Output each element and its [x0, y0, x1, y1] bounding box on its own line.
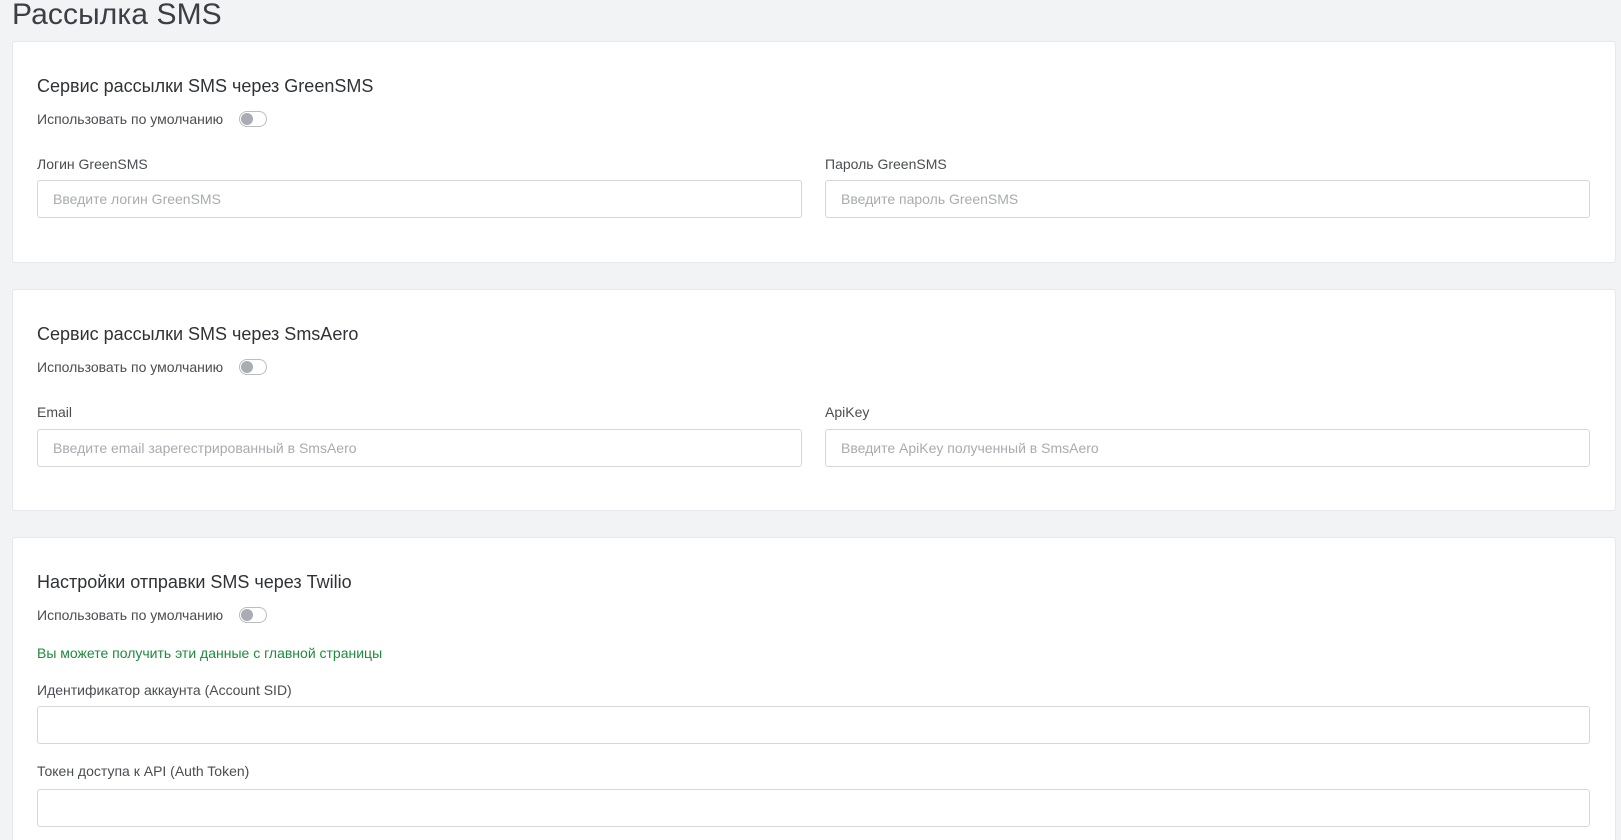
sms-settings-page: Рассылка SMS Сервис рассылки SMS через G…: [0, 0, 1621, 840]
twilio-account-sid-input[interactable]: [37, 706, 1590, 744]
greensms-title: Сервис рассылки SMS через GreenSMS: [37, 76, 374, 96]
greensms-card: Сервис рассылки SMS через GreenSMS Испол…: [12, 41, 1616, 263]
twilio-title: Настройки отправки SMS через Twilio: [37, 572, 352, 592]
twilio-default-toggle[interactable]: [239, 607, 268, 623]
twilio-card: Настройки отправки SMS через Twilio Испо…: [12, 537, 1616, 840]
greensms-default-row: Использовать по умолчанию: [37, 110, 268, 128]
smsaero-email-label: Email: [37, 404, 73, 420]
smsaero-default-row: Использовать по умолчанию: [37, 358, 268, 376]
toggle-knob: [241, 361, 254, 373]
twilio-default-row: Использовать по умолчанию: [37, 606, 268, 624]
smsaero-default-label: Использовать по умолчанию: [37, 359, 224, 375]
greensms-login-label: Логин GreenSMS: [37, 156, 148, 172]
twilio-hint: Вы можете получить эти данные с главной …: [37, 645, 383, 661]
smsaero-apikey-input[interactable]: [825, 429, 1590, 467]
smsaero-apikey-label: ApiKey: [825, 404, 870, 420]
twilio-default-label: Использовать по умолчанию: [37, 607, 224, 623]
twilio-auth-token-label: Токен доступа к API (Auth Token): [37, 763, 250, 779]
smsaero-default-toggle[interactable]: [239, 359, 268, 375]
greensms-password-input[interactable]: [825, 180, 1590, 218]
greensms-default-label: Использовать по умолчанию: [37, 111, 224, 127]
toggle-knob: [241, 113, 254, 125]
greensms-password-label: Пароль GreenSMS: [825, 156, 947, 172]
smsaero-title: Сервис рассылки SMS через SmsAero: [37, 324, 359, 344]
twilio-account-sid-label: Идентификатор аккаунта (Account SID): [37, 682, 292, 698]
page-title: Рассылка SMS: [12, 0, 222, 31]
twilio-auth-token-input[interactable]: [37, 789, 1590, 827]
greensms-login-input[interactable]: [37, 180, 802, 218]
smsaero-email-input[interactable]: [37, 429, 802, 467]
smsaero-card: Сервис рассылки SMS через SmsAero Исполь…: [12, 289, 1616, 511]
greensms-default-toggle[interactable]: [239, 111, 268, 127]
toggle-knob: [241, 609, 254, 621]
